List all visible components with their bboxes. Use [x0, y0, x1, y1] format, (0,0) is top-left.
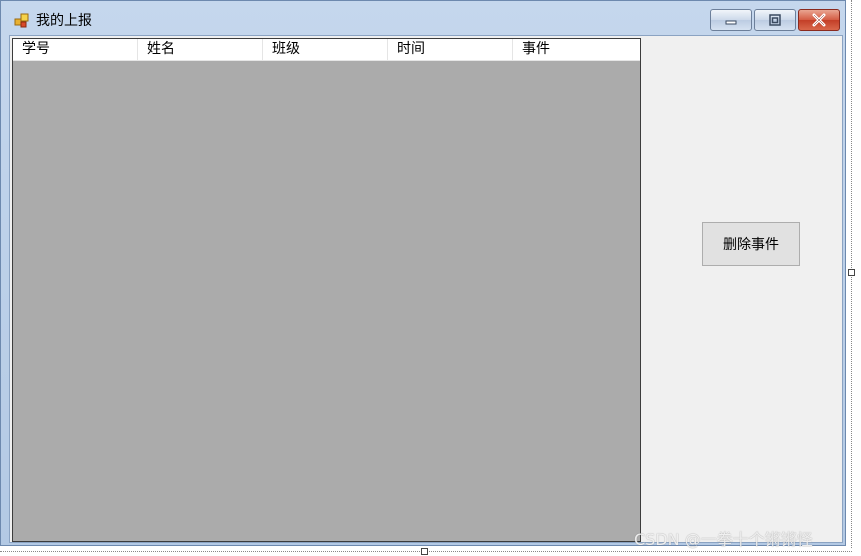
watermark-text: CSDN @一拳十个锵锵怪 — [634, 530, 813, 549]
title-bar[interactable]: 我的上报 — [1, 1, 845, 35]
close-button[interactable] — [798, 9, 840, 31]
window-title: 我的上报 — [36, 13, 92, 29]
resize-handle-bottom[interactable] — [421, 548, 428, 555]
column-header-name[interactable]: 姓名 — [138, 39, 263, 60]
column-header-time[interactable]: 时间 — [388, 39, 513, 60]
column-header-class[interactable]: 班级 — [263, 39, 388, 60]
maximize-button[interactable] — [754, 9, 796, 31]
column-header-event[interactable]: 事件 — [513, 39, 640, 60]
close-icon — [812, 13, 826, 27]
form-client-area: 学号 姓名 班级 时间 事件 删除事件 — [9, 35, 843, 543]
resize-handle-right[interactable] — [848, 269, 855, 276]
app-icon — [14, 13, 29, 28]
minimize-button[interactable] — [710, 9, 752, 31]
delete-event-button[interactable]: 删除事件 — [702, 222, 800, 266]
column-header-student-id[interactable]: 学号 — [13, 39, 138, 60]
maximize-icon — [769, 14, 781, 26]
report-list-view[interactable]: 学号 姓名 班级 时间 事件 — [12, 38, 641, 542]
list-header: 学号 姓名 班级 时间 事件 — [13, 39, 640, 61]
app-window: 我的上报 学号 姓名 班级 时间 事件 删除事件 — [0, 0, 846, 546]
minimize-icon — [725, 20, 737, 25]
